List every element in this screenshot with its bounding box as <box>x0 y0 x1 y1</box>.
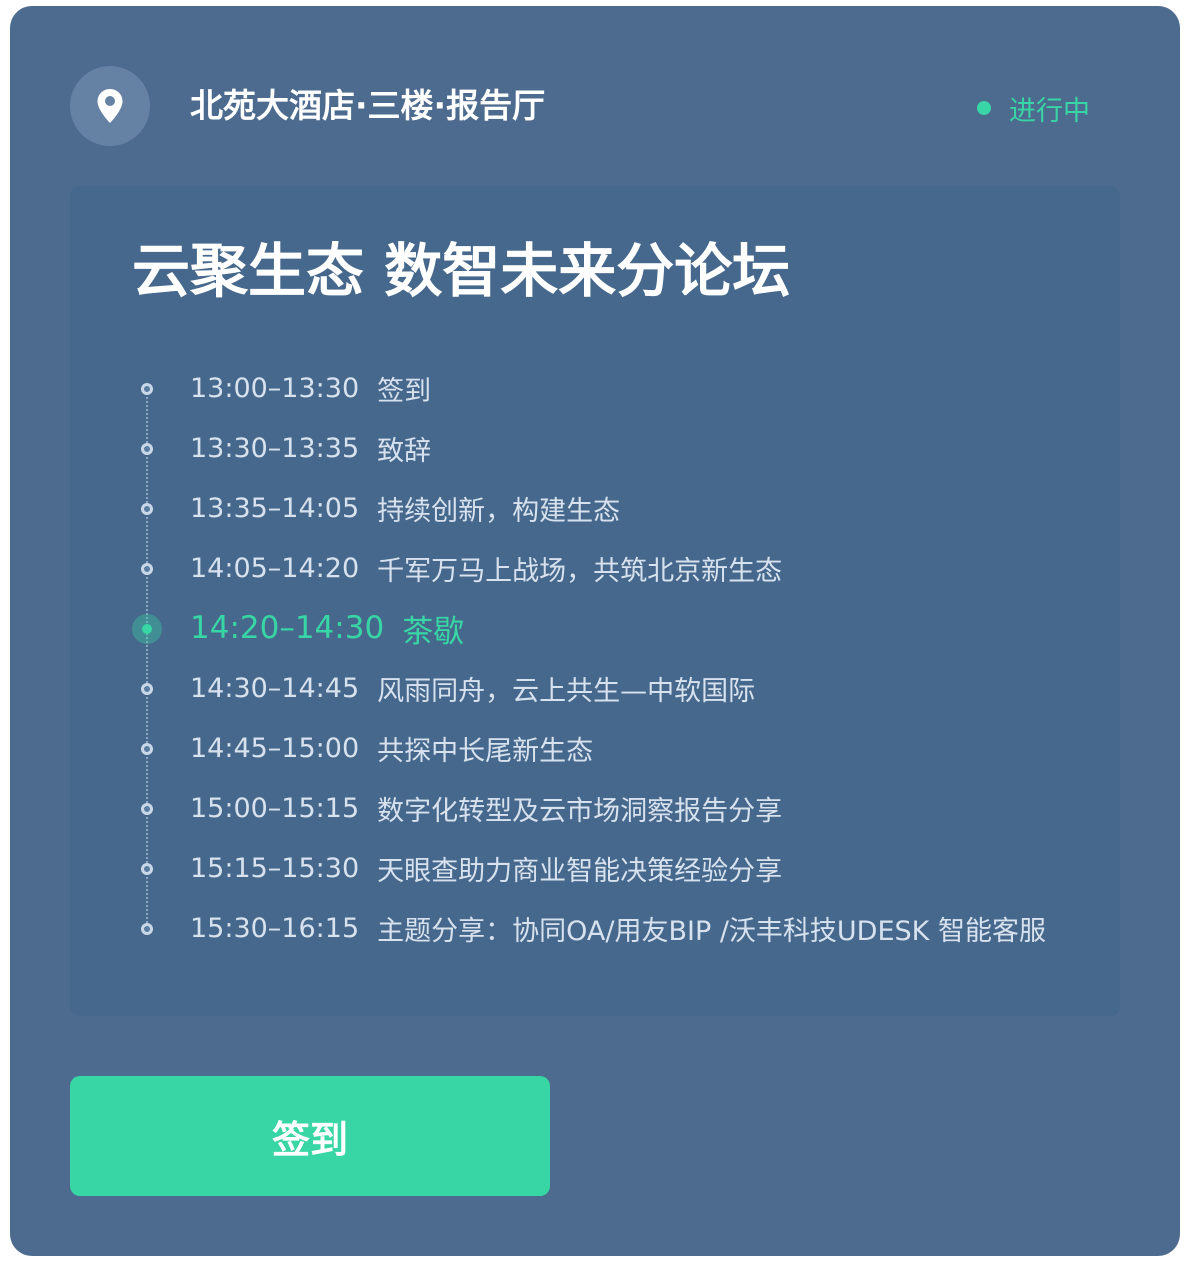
status-label: 进行中 <box>1009 95 1090 127</box>
agenda-topic: 主题分享：协同OA/用友BIP /沃丰科技UDESK 智能客服 <box>377 915 1046 947</box>
timeline-dot-icon <box>141 563 153 575</box>
timeline-dot-icon <box>141 503 153 515</box>
timeline-dot-icon <box>141 383 153 395</box>
agenda-time: 14:30–14:45 <box>190 672 360 704</box>
status-dot-icon <box>977 101 991 115</box>
agenda-panel: 云聚生态 数智未来分论坛 13:00–13:30 签到 13:30–13:35 致辞 1… <box>70 186 1120 1016</box>
agenda-time: 14:05–14:20 <box>190 552 360 584</box>
timeline-dot-icon <box>141 743 153 755</box>
agenda-list: 13:00–13:30 签到 13:30–13:35 致辞 13:35–14:05 持续创… <box>70 358 1120 958</box>
agenda-item: 14:30–14:45 风雨同舟，云上共生—中软国际 <box>70 658 1120 718</box>
agenda-time: 14:20–14:30 <box>190 610 385 646</box>
agenda-item: 13:30–13:35 致辞 <box>70 418 1120 478</box>
forum-title: 云聚生态 数智未来分论坛 <box>132 237 791 305</box>
agenda-time: 13:35–14:05 <box>190 492 360 524</box>
agenda-item: 14:45–15:00 共探中长尾新生态 <box>70 718 1120 778</box>
timeline-dot-icon <box>141 443 153 455</box>
venue-name: 北苑大酒店·三楼·报告厅 <box>190 86 546 125</box>
agenda-item: 15:15–15:30 天眼查助力商业智能决策经验分享 <box>70 838 1120 898</box>
agenda-time: 15:30–16:15 <box>190 912 360 944</box>
agenda-time: 14:45–15:00 <box>190 732 360 764</box>
agenda-topic: 共探中长尾新生态 <box>377 735 594 767</box>
agenda-topic: 风雨同舟，云上共生—中软国际 <box>377 675 756 707</box>
agenda-item: 15:00–15:15 数字化转型及云市场洞察报告分享 <box>70 778 1120 838</box>
agenda-topic: 致辞 <box>377 435 432 467</box>
timeline-dot-icon <box>141 923 153 935</box>
status-indicator: 进行中 <box>977 88 1090 128</box>
agenda-topic: 茶歇 <box>402 613 465 650</box>
agenda-item: 14:05–14:20 千军万马上战场，共筑北京新生态 <box>70 538 1120 598</box>
agenda-time: 13:30–13:35 <box>190 432 360 464</box>
agenda-item: 13:00–13:30 签到 <box>70 358 1120 418</box>
timeline-dot-icon <box>141 863 153 875</box>
agenda-item: 13:35–14:05 持续创新，构建生态 <box>70 478 1120 538</box>
agenda-time: 15:15–15:30 <box>190 852 360 884</box>
agenda-topic: 持续创新，构建生态 <box>377 495 621 527</box>
location-row: 北苑大酒店·三楼·报告厅 进行中 <box>70 66 1120 146</box>
event-card: 北苑大酒店·三楼·报告厅 进行中 云聚生态 数智未来分论坛 13:00–13:3… <box>10 6 1180 1256</box>
agenda-time: 13:00–13:30 <box>190 372 360 404</box>
checkin-button[interactable]: 签到 <box>70 1076 550 1196</box>
agenda-item-current: 14:20–14:30 茶歇 <box>70 598 1120 658</box>
timeline-dot-icon <box>141 683 153 695</box>
agenda-topic: 数字化转型及云市场洞察报告分享 <box>377 795 783 827</box>
agenda-topic: 签到 <box>377 375 432 407</box>
agenda-item: 15:30–16:15 主题分享：协同OA/用友BIP /沃丰科技UDESK 智能… <box>70 898 1120 958</box>
location-pin-icon <box>97 89 123 123</box>
timeline-current-dot-icon <box>132 614 162 644</box>
agenda-topic: 天眼查助力商业智能决策经验分享 <box>377 855 783 887</box>
agenda-time: 15:00–15:15 <box>190 792 360 824</box>
timeline-dot-icon <box>141 803 153 815</box>
agenda-topic: 千军万马上战场，共筑北京新生态 <box>377 555 783 587</box>
location-pin-badge <box>70 66 150 146</box>
